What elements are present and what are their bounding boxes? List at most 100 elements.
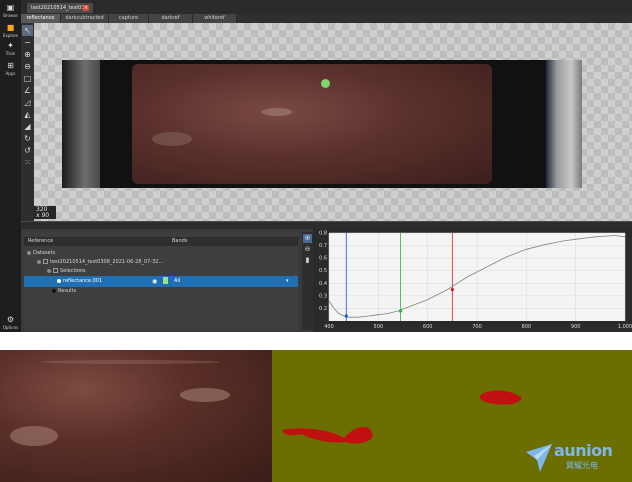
train-icon: ✦ xyxy=(7,41,14,50)
tree-row-selections[interactable]: Selections xyxy=(24,267,298,276)
zoom-readout: 320 x 90 xyxy=(34,206,56,219)
eye-icon[interactable]: ◉ xyxy=(152,276,157,287)
tab-reflectance[interactable]: reflectance xyxy=(21,14,61,23)
row-label: Datasets xyxy=(33,250,56,256)
expand-icon xyxy=(37,259,41,264)
rail-item-options[interactable]: ⚙ Options xyxy=(0,315,21,331)
tree-row-dataset[interactable]: test20210514_test0308_2021-06-28_07-32..… xyxy=(24,258,298,267)
mask-region xyxy=(479,390,522,405)
color-swatch[interactable] xyxy=(163,277,168,284)
brand-name: aunion xyxy=(554,441,613,460)
tree-row-reflectance-001[interactable]: reflectance.001 ◉ All ▾ xyxy=(24,276,298,287)
rail-item-label: Browse xyxy=(3,13,18,18)
rail-item-browse[interactable]: ▣ Browse xyxy=(0,3,21,19)
x-tick-label: 900 xyxy=(571,324,581,330)
image-canvas[interactable]: 320 x 90 xyxy=(34,23,632,221)
zoom-out-icon[interactable]: ⊖ xyxy=(303,245,312,254)
zoom-out-icon[interactable]: ⊖ xyxy=(22,61,33,72)
app-rail: ▣ Browse ■ Explore ✦ Train ⊞ Apps ⚙ Opti… xyxy=(0,0,21,332)
holder-right xyxy=(546,60,582,188)
pointer-icon[interactable]: ↖ xyxy=(22,25,33,36)
rail-item-apps[interactable]: ⊞ Apps xyxy=(0,61,21,77)
sample-photo xyxy=(0,350,272,482)
column-bands: Bands xyxy=(172,238,188,244)
tool-column: ↖ − ⊕ ⊖ □ ∠ ◿ ◭ ◢ ↻ ↺ ⁙ xyxy=(21,23,34,223)
zoom-in-icon[interactable]: ⊕ xyxy=(22,49,33,60)
folder-icon: ▣ xyxy=(6,3,15,12)
holder-left xyxy=(62,60,100,188)
polygon-icon[interactable]: ◿ xyxy=(22,97,33,108)
expand-icon xyxy=(57,278,61,283)
x-tick-label: 500 xyxy=(374,324,384,330)
rail-item-label: Options xyxy=(2,325,19,330)
spectrum-chart: 400 500 600 700 800 900 1,000 0.8 0.7 0.6 0.5 0.4 0.… xyxy=(319,231,632,331)
rail-item-label: Explore xyxy=(2,33,18,38)
zoom-in-icon[interactable]: ⊕ xyxy=(303,234,312,243)
sample-glare xyxy=(262,108,292,116)
y-tick-label: 0.8 xyxy=(319,231,327,237)
brand-logo: aunion 翼耀光电 xyxy=(524,440,624,476)
y-tick-label: 0.5 xyxy=(319,268,327,274)
minus-icon[interactable]: − xyxy=(22,37,33,48)
y-tick-label: 0.3 xyxy=(319,293,327,299)
row-label: test20210514_test0308_2021-06-28_07-32..… xyxy=(50,259,164,265)
hyperspectral-app: ▣ Browse ■ Explore ✦ Train ⊞ Apps ⚙ Opti… xyxy=(0,0,632,332)
eraser-icon[interactable]: ◢ xyxy=(22,121,33,132)
y-tick-label: 0.2 xyxy=(319,306,327,312)
rail-item-label: Apps xyxy=(5,71,16,76)
line-icon[interactable]: ∠ xyxy=(22,85,33,96)
marker-point xyxy=(398,309,403,313)
apps-icon: ⊞ xyxy=(7,61,14,70)
panel-header: Reference Bands xyxy=(24,237,298,246)
tree-row-datasets[interactable]: Datasets xyxy=(24,249,298,258)
reference-panel: Reference Bands Datasets test20210514_te… xyxy=(24,232,298,330)
tab-capture[interactable]: capture xyxy=(109,14,149,23)
glare-spot xyxy=(40,360,220,364)
view-tabs: reflectance darkcubtracted capture darkr… xyxy=(21,14,632,23)
rotate-cw-icon[interactable]: ↻ xyxy=(22,133,33,144)
rail-item-label: Train xyxy=(5,51,16,56)
gear-icon: ⚙ xyxy=(6,315,15,324)
brand-subtitle: 翼耀光电 xyxy=(566,461,598,470)
rail-item-train[interactable]: ✦ Train xyxy=(0,41,21,57)
glare-spot xyxy=(180,388,230,402)
x-tick-label: 700 xyxy=(472,324,482,330)
rail-item-explore[interactable]: ■ Explore xyxy=(0,23,21,39)
expand-icon xyxy=(27,250,31,255)
column-reference: Reference xyxy=(28,238,54,244)
marker-point xyxy=(450,287,454,292)
zoom-sub: x 90 xyxy=(36,212,50,219)
sample-region xyxy=(132,64,492,184)
y-tick-label: 0.6 xyxy=(319,256,327,262)
bands-select[interactable]: All xyxy=(174,276,180,287)
tab-darkref[interactable]: darkref xyxy=(149,14,193,23)
flip-icon[interactable]: ◭ xyxy=(22,109,33,120)
glare-spot xyxy=(10,426,58,446)
tab-darkcubtracted[interactable]: darkcubtracted xyxy=(61,14,109,23)
panel-divider[interactable] xyxy=(21,221,632,229)
checkbox-icon[interactable] xyxy=(43,259,48,264)
brand-mark-icon xyxy=(526,444,552,472)
pan-icon[interactable]: ▮ xyxy=(303,256,312,265)
sample-glare xyxy=(152,132,192,146)
x-tick-label: 800 xyxy=(522,324,532,330)
spectrum-plot[interactable]: 400 500 600 700 800 900 1,000 0.8 0.7 0.6 0.5 0.4 0.… xyxy=(313,229,632,332)
x-tick-label: 400 xyxy=(324,324,334,330)
rotate-ccw-icon[interactable]: ↺ xyxy=(22,145,33,156)
row-label: Results xyxy=(58,288,77,294)
tree-row-results[interactable]: Results xyxy=(24,287,298,296)
explore-icon: ■ xyxy=(6,23,15,32)
rectangle-icon[interactable]: □ xyxy=(22,73,33,84)
chevron-down-icon[interactable]: ▾ xyxy=(286,276,289,287)
row-label: reflectance.001 xyxy=(63,278,103,284)
close-icon[interactable]: × xyxy=(83,5,89,11)
checkbox-icon[interactable] xyxy=(53,268,58,273)
tab-whiteref[interactable]: whiteref xyxy=(193,14,237,23)
x-tick-label: 600 xyxy=(423,324,433,330)
expand-icon xyxy=(52,288,56,293)
grid-icon[interactable]: ⁙ xyxy=(22,157,33,168)
expand-icon xyxy=(47,268,51,273)
row-label: Selections xyxy=(60,268,86,274)
marker-point xyxy=(344,314,348,318)
selection-marker[interactable] xyxy=(321,79,330,88)
